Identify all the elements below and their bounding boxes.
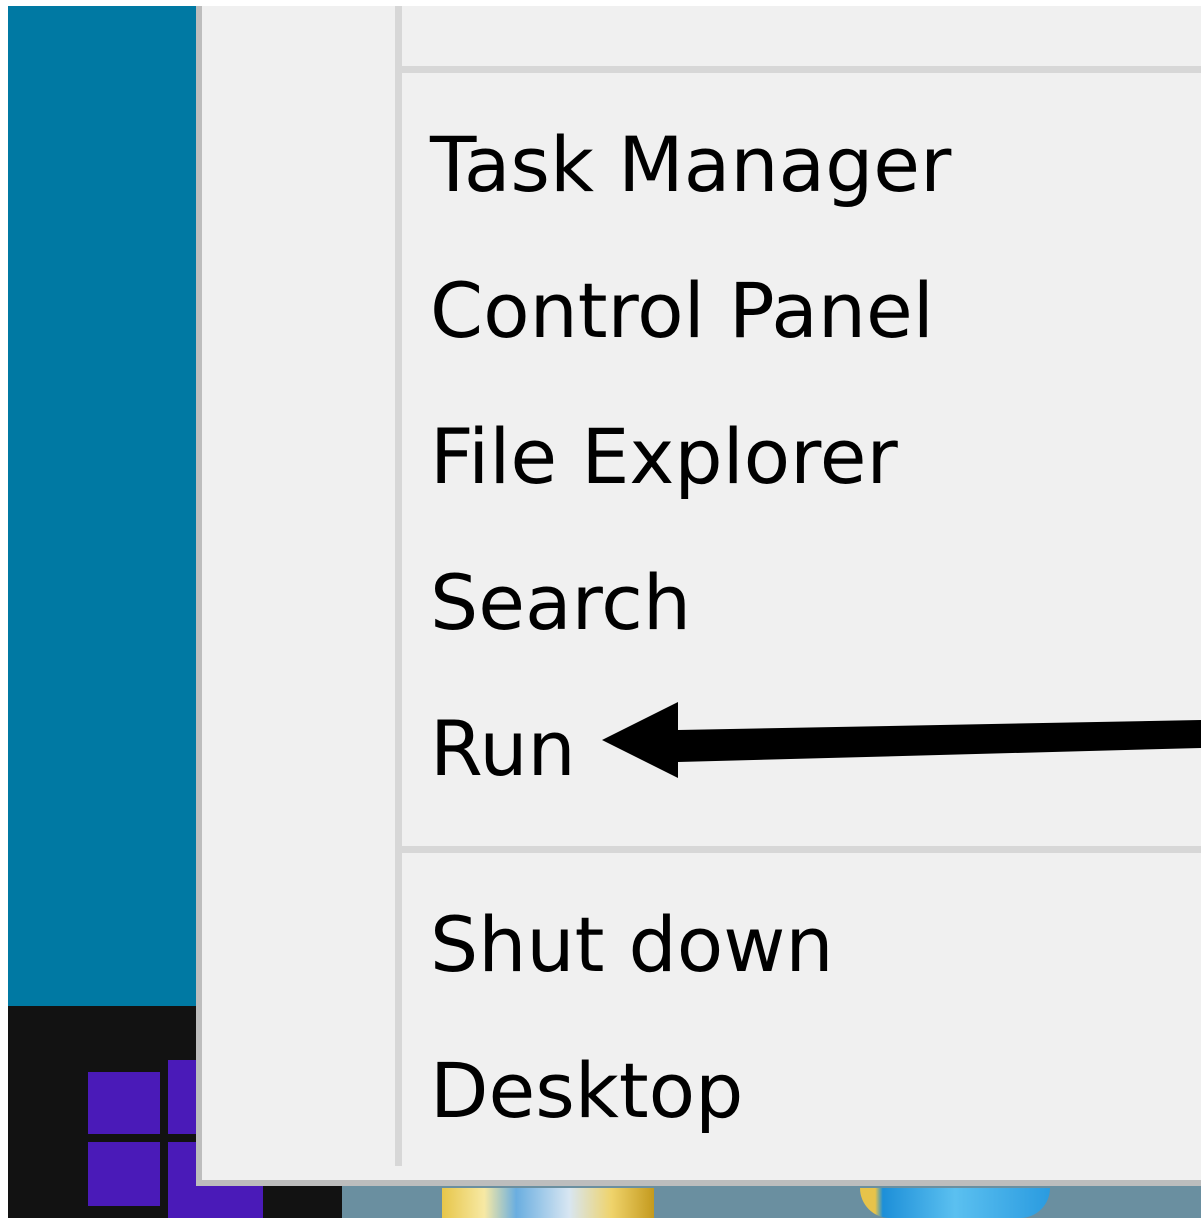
windows-logo-pane-bottom-left	[88, 1142, 160, 1206]
windows-logo-pane-top-left	[88, 1072, 160, 1134]
menu-separator	[402, 66, 1201, 73]
menu-item-label: Search	[430, 557, 692, 647]
screenshot-stage: Task Manager Control Panel File Explorer…	[0, 0, 1201, 1218]
menu-item-file-explorer[interactable]: File Explorer	[402, 386, 1201, 526]
menu-item-label: Shut down	[430, 899, 834, 989]
menu-item-task-manager[interactable]: Task Manager	[402, 94, 1201, 234]
file-explorer-taskbar-icon[interactable]	[442, 1188, 654, 1218]
menu-item-control-panel[interactable]: Control Panel	[402, 240, 1201, 380]
menu-item-search[interactable]: Search	[402, 532, 1201, 672]
arrow-left-icon	[602, 702, 1201, 778]
menu-gutter-line	[395, 6, 402, 1166]
menu-item-label: Control Panel	[430, 265, 934, 355]
menu-item-label: Run	[430, 703, 576, 793]
menu-item-label: File Explorer	[430, 411, 898, 501]
menu-item-label: Desktop	[430, 1045, 744, 1135]
menu-item-label: Task Manager	[430, 119, 952, 209]
menu-item-desktop[interactable]: Desktop	[402, 1020, 1201, 1160]
menu-item-shut-down[interactable]: Shut down	[402, 874, 1201, 1014]
internet-explorer-taskbar-icon[interactable]	[860, 1188, 1050, 1218]
menu-separator	[402, 846, 1201, 853]
